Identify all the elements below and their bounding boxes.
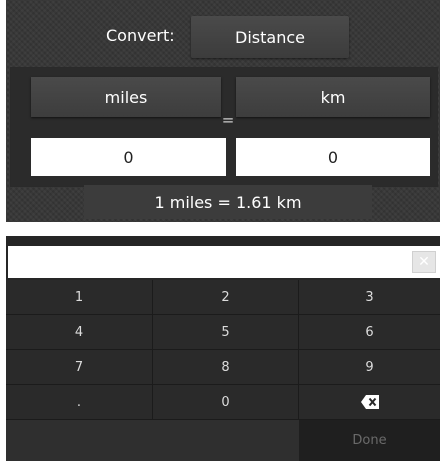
key-label: 3 [365,289,374,305]
key-label: . [76,394,82,410]
key-4[interactable]: 4 [6,315,153,350]
keypad-bottom-bar: Done [6,420,440,461]
to-unit-label: km [320,87,346,107]
key-grid: 1 2 3 4 5 6 7 8 9. 0 [6,280,440,420]
key-6[interactable]: 6 [299,315,440,350]
done-button[interactable]: Done [299,420,440,461]
key-decimal[interactable]: . [6,385,153,420]
from-value-field[interactable]: 0 [31,138,226,176]
converter-panel: Convert: Distance miles km = 0 0 1 miles… [6,0,440,222]
conversion-result: 1 miles = 1.61 km [84,185,372,219]
key-label: 0 [221,394,230,410]
keypad-entry-field[interactable]: ✕ [8,246,440,278]
key-8[interactable]: 8 [153,350,299,385]
key-2[interactable]: 2 [153,280,299,315]
key-label: 4 [74,324,84,340]
from-value-text: 0 [123,147,134,167]
key-label: 6 [365,324,374,340]
key-7[interactable]: 7 [6,350,153,385]
key-5[interactable]: 5 [153,315,299,350]
convert-type-label: Distance [235,27,305,47]
from-unit-label: miles [104,87,148,107]
key-label: 5 [221,324,230,340]
key-0[interactable]: 0 [153,385,299,420]
backspace-icon [360,395,379,409]
from-unit-button[interactable]: miles [31,77,221,117]
key-9[interactable]: 9 [299,350,440,385]
convert-label: Convert: [106,26,175,45]
key-1[interactable]: 1 [6,280,153,315]
key-backspace[interactable] [299,385,440,420]
key-label: 7 [74,359,84,375]
to-unit-button[interactable]: km [236,77,430,117]
to-value-text: 0 [327,147,339,167]
conversion-result-text: 1 miles = 1.61 km [154,192,302,212]
clear-entry-button[interactable]: ✕ [412,251,436,273]
equals-sign: = [221,111,235,129]
convert-type-button[interactable]: Distance [191,16,349,58]
units-frame: miles km = 0 0 [10,67,438,187]
close-icon: ✕ [418,254,430,270]
key-label: 2 [221,289,230,305]
key-label: 9 [365,359,374,375]
key-label: 8 [221,359,230,375]
to-value-field[interactable]: 0 [236,138,430,176]
key-label: 1 [74,289,84,305]
done-label: Done [352,433,387,448]
numeric-keypad: ✕ 1 2 3 4 5 6 7 8 9. 0 Done [6,236,440,461]
key-3[interactable]: 3 [299,280,440,315]
